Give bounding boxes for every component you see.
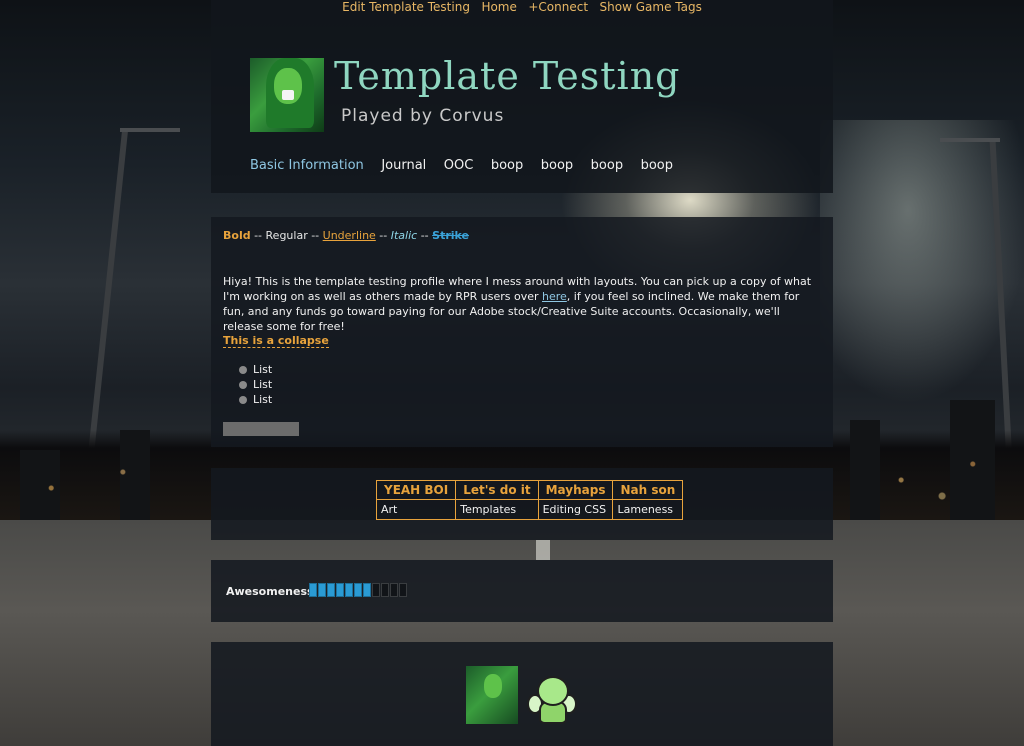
awesomeness-meter <box>309 583 408 597</box>
meter-segment <box>318 583 326 597</box>
profile-title: Template Testing <box>334 54 681 98</box>
tab-boop-4[interactable]: boop <box>641 158 673 173</box>
content-panel: Bold -- Regular -- Underline -- Italic -… <box>211 217 833 447</box>
here-link[interactable]: here <box>542 290 567 303</box>
meter-segment <box>363 583 371 597</box>
table-cell: Art <box>375 499 457 520</box>
placeholder-bar <box>223 422 299 436</box>
profile-tabs: Basic Information Journal OOC boop boop … <box>250 158 687 173</box>
profile-header: Template Testing Played by Corvus Basic … <box>211 0 833 193</box>
meter-segment <box>327 583 335 597</box>
bullet-icon <box>239 381 247 389</box>
list-item: List <box>239 363 272 378</box>
road-marking <box>536 540 550 560</box>
bullet-icon <box>239 396 247 404</box>
table-cell: Lameness <box>612 499 684 520</box>
intro-paragraph: Hiya! This is the template testing profi… <box>223 275 812 333</box>
tab-boop-3[interactable]: boop <box>591 158 623 173</box>
home-link[interactable]: Home <box>481 0 516 14</box>
footer-panel <box>211 642 833 746</box>
bullet-icon <box>239 366 247 374</box>
meter-segment <box>372 583 380 597</box>
connect-link[interactable]: +Connect <box>528 0 588 14</box>
tab-basic-information[interactable]: Basic Information <box>250 158 364 173</box>
bullet-list: List List List <box>239 363 272 408</box>
table-panel: YEAH BOI Let's do it Mayhaps Nah son Art… <box>211 468 833 540</box>
meter-segment <box>399 583 407 597</box>
meter-segment <box>336 583 344 597</box>
fairy-sprite-icon[interactable] <box>525 666 577 724</box>
info-table: YEAH BOI Let's do it Mayhaps Nah son Art… <box>375 480 684 520</box>
meter-segment <box>345 583 353 597</box>
profile-avatar <box>250 58 324 132</box>
table-cell: Templates <box>455 499 539 520</box>
strike-text: Strike <box>432 229 470 242</box>
regular-text: -- Regular -- <box>250 229 323 242</box>
table-cell: Editing CSS <box>537 499 614 520</box>
formatting-sample: Bold -- Regular -- Underline -- Italic -… <box>223 229 470 242</box>
tab-ooc[interactable]: OOC <box>444 158 474 173</box>
character-avatar-icon[interactable] <box>466 666 518 724</box>
meter-segment <box>381 583 389 597</box>
bold-text: Bold <box>223 229 251 242</box>
profile-subtitle: Played by Corvus <box>341 106 505 126</box>
italic-text: Italic <box>390 229 418 242</box>
underline-text: Underline <box>322 229 376 242</box>
meter-label: Awesomeness <box>226 585 314 598</box>
top-navigation: Edit Template Testing Home +Connect Show… <box>211 0 833 18</box>
table-header-cell: YEAH BOI <box>375 480 457 500</box>
street-lamp-right <box>940 138 1000 142</box>
table-header-cell: Mayhaps <box>537 480 614 500</box>
show-game-tags-link[interactable]: Show Game Tags <box>600 0 702 14</box>
meter-segment <box>309 583 317 597</box>
table-row: Art Templates Editing CSS Lameness <box>375 499 684 520</box>
street-lamp-left <box>120 128 180 132</box>
list-item: List <box>239 378 272 393</box>
tab-boop-1[interactable]: boop <box>491 158 523 173</box>
tab-boop-2[interactable]: boop <box>541 158 573 173</box>
list-item: List <box>239 393 272 408</box>
edit-profile-link[interactable]: Edit Template Testing <box>342 0 470 14</box>
table-header-row: YEAH BOI Let's do it Mayhaps Nah son <box>375 480 684 500</box>
table-header-cell: Nah son <box>612 480 684 500</box>
collapse-toggle[interactable]: This is a collapse <box>223 334 329 348</box>
meter-segment <box>390 583 398 597</box>
meter-panel: Awesomeness <box>211 560 833 622</box>
meter-segment <box>354 583 362 597</box>
tab-journal[interactable]: Journal <box>381 158 426 173</box>
table-header-cell: Let's do it <box>455 480 539 500</box>
